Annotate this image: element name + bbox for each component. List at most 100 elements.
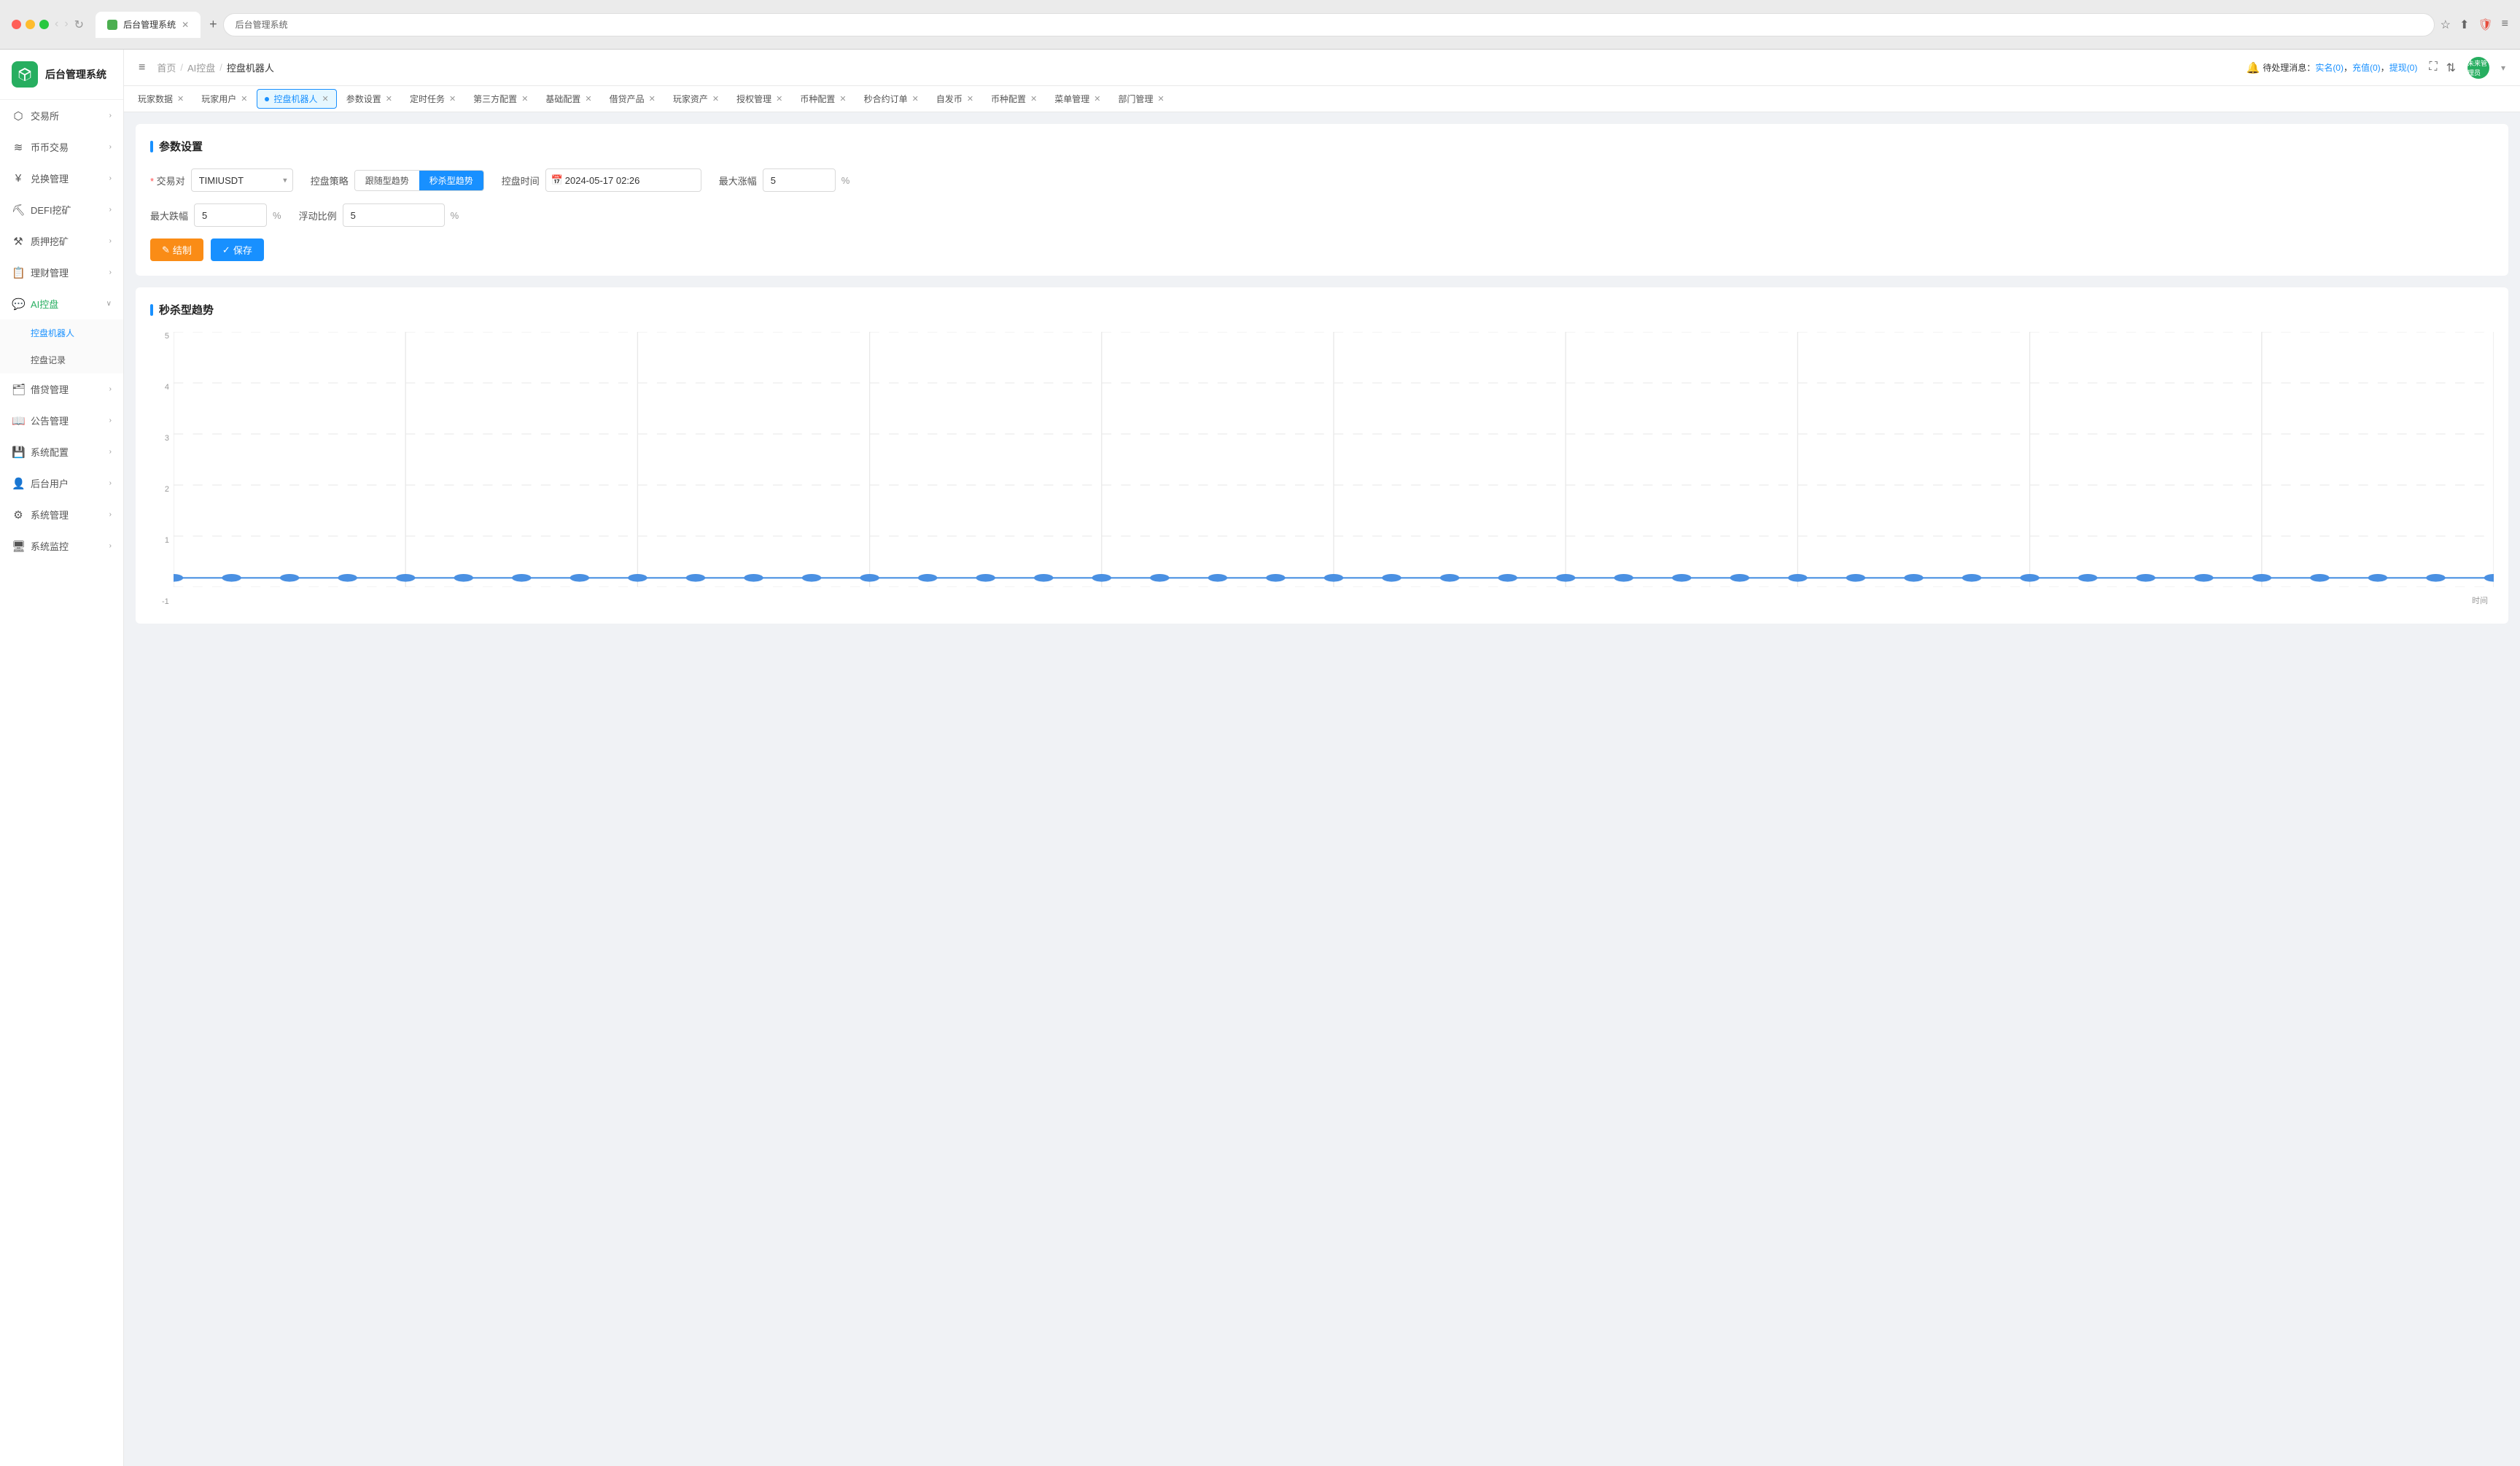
float-ratio-input[interactable] — [343, 203, 445, 227]
tab-player-data[interactable]: 玩家数据 ✕ — [130, 89, 192, 109]
tab-self-coin-close[interactable]: ✕ — [967, 94, 973, 104]
tab-coin-config[interactable]: 币种配置 ✕ — [792, 89, 854, 109]
sidebar-item-loan[interactable]: 🗂 借贷管理 › — [0, 373, 123, 405]
tab-coin-config2-close[interactable]: ✕ — [1030, 94, 1037, 104]
sidebar-menu: ⬡ 交易所 › ≋ 币币交易 › ¥ 兑换管理 › — [0, 100, 123, 1466]
back-button[interactable]: ‹ — [55, 18, 58, 32]
params-row1: 交易对 TIMIUSDT 控盘策略 跟随型趋势 秒杀型趋势 — [150, 168, 2494, 192]
breadcrumb-ai[interactable]: AI控盘 — [187, 61, 215, 74]
tab-third-party[interactable]: 第三方配置 ✕ — [465, 89, 536, 109]
sidebar-item-exchange[interactable]: ⬡ 交易所 › — [0, 100, 123, 131]
save-label: 保存 — [233, 243, 252, 257]
url-bar[interactable]: 后台管理系统 — [223, 13, 2435, 36]
sidebar-item-swap[interactable]: ¥ 兑换管理 › — [0, 163, 123, 194]
tab-third-party-close[interactable]: ✕ — [521, 94, 528, 104]
expand-icon[interactable]: ⇅ — [2446, 61, 2456, 75]
minimize-dot[interactable] — [26, 20, 35, 29]
max-drop-input[interactable] — [194, 203, 267, 227]
tab-base-config[interactable]: 基础配置 ✕ — [537, 89, 599, 109]
tab-auth[interactable]: 授权管理 ✕ — [728, 89, 790, 109]
y-label-2: 2 — [165, 485, 169, 494]
tab-close-button[interactable]: ✕ — [182, 20, 189, 30]
tab-player-user[interactable]: 玩家用户 ✕ — [193, 89, 255, 109]
shield-icon[interactable]: 🛡 — [2478, 18, 2492, 32]
tab-player-user-close[interactable]: ✕ — [241, 94, 247, 104]
sidebar-item-sys-manage[interactable]: ⚙ 系统管理 › — [0, 499, 123, 530]
sidebar-item-announcement[interactable]: 📖 公告管理 › — [0, 405, 123, 436]
tab-menu-manage[interactable]: 菜单管理 ✕ — [1046, 89, 1108, 109]
new-tab-button[interactable]: + — [209, 17, 217, 32]
tab-scheduled[interactable]: 定时任务 ✕ — [402, 89, 464, 109]
tab-third-party-label: 第三方配置 — [473, 93, 517, 105]
tab-auth-label: 授权管理 — [736, 93, 771, 105]
save-button[interactable]: ✓ 保存 — [211, 238, 264, 261]
breadcrumb: 首页 / AI控盘 / 控盘机器人 — [157, 61, 274, 74]
submenu-robot[interactable]: 控盘机器人 — [0, 319, 123, 346]
max-drop-field: 最大跌幅 % — [150, 203, 281, 227]
realname-link[interactable]: 实名(0) — [2315, 63, 2344, 73]
withdraw-link[interactable]: 提现(0) — [2389, 63, 2418, 73]
tab-futures-order-close[interactable]: ✕ — [912, 94, 919, 104]
sidebar-item-pledge[interactable]: ⚒ 质押挖矿 › — [0, 225, 123, 257]
menu-toggle-button[interactable]: ≡ — [139, 61, 145, 74]
y-label-4: 4 — [165, 383, 169, 392]
tab-futures-order[interactable]: 秒合约订单 ✕ — [856, 89, 927, 109]
max-rise-input[interactable] — [763, 168, 836, 192]
sidebar-item-coin-trade[interactable]: ≋ 币币交易 › — [0, 131, 123, 163]
notification-area: 🔔 待处理消息：实名(0)，充值(0)，提现(0) — [2247, 61, 2418, 74]
tab-robot[interactable]: 控盘机器人 ✕ — [257, 89, 336, 109]
tab-params-close[interactable]: ✕ — [386, 94, 392, 104]
tab-params[interactable]: 参数设置 ✕ — [338, 89, 400, 109]
browser-tab[interactable]: 后台管理系统 ✕ — [96, 12, 201, 38]
tab-loan-product[interactable]: 借贷产品 ✕ — [602, 89, 664, 109]
tab-loan-product-close[interactable]: ✕ — [649, 94, 656, 104]
control-time-input[interactable] — [545, 168, 701, 192]
tab-player-asset[interactable]: 玩家资产 ✕ — [665, 89, 727, 109]
tab-menu-manage-close[interactable]: ✕ — [1094, 94, 1100, 104]
tab-base-config-close[interactable]: ✕ — [585, 94, 591, 104]
close-dot[interactable] — [12, 20, 21, 29]
tab-bar: 玩家数据 ✕ 玩家用户 ✕ 控盘机器人 ✕ 参数设置 ✕ 定时任务 ✕ 第三方配… — [124, 86, 2520, 112]
tab-auth-close[interactable]: ✕ — [776, 94, 782, 104]
user-dropdown-arrow[interactable]: ▾ — [2501, 63, 2505, 73]
reset-button[interactable]: ✎ 结制 — [150, 238, 203, 261]
strategy-snipe-btn[interactable]: 秒杀型趋势 — [419, 171, 483, 190]
tab-robot-close[interactable]: ✕ — [322, 94, 328, 104]
sidebar-item-ai[interactable]: 💬 AI控盘 ∨ — [0, 288, 123, 319]
y-label-5: 5 — [165, 332, 169, 341]
trading-pair-select[interactable]: TIMIUSDT — [191, 168, 293, 192]
tab-scheduled-close[interactable]: ✕ — [449, 94, 456, 104]
strategy-follow-btn[interactable]: 跟随型趋势 — [355, 171, 419, 190]
star-icon[interactable]: ☆ — [2441, 18, 2451, 32]
sidebar-item-sys-config[interactable]: 💾 系统配置 › — [0, 436, 123, 468]
maximize-dot[interactable] — [39, 20, 49, 29]
loan-arrow: › — [109, 385, 112, 393]
refresh-button[interactable]: ↻ — [74, 18, 84, 32]
tab-dept-manage[interactable]: 部门管理 ✕ — [1111, 89, 1172, 109]
tab-self-coin[interactable]: 自发币 ✕ — [928, 89, 981, 109]
tab-favicon — [107, 20, 117, 30]
sidebar-item-sys-monitor[interactable]: 🖥 系统监控 › — [0, 530, 123, 562]
breadcrumb-home[interactable]: 首页 — [157, 61, 176, 74]
tab-coin-config2[interactable]: 币种配置 ✕ — [983, 89, 1045, 109]
tab-player-data-close[interactable]: ✕ — [177, 94, 184, 104]
tab-dept-manage-close[interactable]: ✕ — [1158, 94, 1164, 104]
submenu-record[interactable]: 控盘记录 — [0, 346, 123, 373]
pledge-arrow: › — [109, 237, 112, 245]
sidebar-item-finance[interactable]: 📋 理财管理 › — [0, 257, 123, 288]
breadcrumb-sep1: / — [180, 62, 183, 73]
tab-coin-config-close[interactable]: ✕ — [839, 94, 846, 104]
menu-icon[interactable]: ≡ — [2502, 18, 2508, 32]
reset-icon: ✎ — [162, 244, 170, 256]
forward-button[interactable]: › — [64, 18, 68, 32]
sidebar-item-defi[interactable]: ⛏ DEFI挖矿 › — [0, 194, 123, 225]
sidebar-item-backend-user[interactable]: 👤 后台用户 › — [0, 468, 123, 499]
ai-submenu: 控盘机器人 控盘记录 — [0, 319, 123, 373]
recharge-link[interactable]: 充值(0) — [2352, 63, 2381, 73]
fullscreen-icon[interactable]: ⛶ — [2429, 61, 2437, 75]
backend-user-label: 后台用户 — [31, 476, 69, 490]
date-input-wrapper: 📅 — [545, 168, 701, 192]
tab-player-asset-close[interactable]: ✕ — [712, 94, 719, 104]
share-icon[interactable]: ⬆ — [2459, 18, 2469, 32]
user-avatar[interactable]: 未来管理员 — [2468, 57, 2489, 79]
